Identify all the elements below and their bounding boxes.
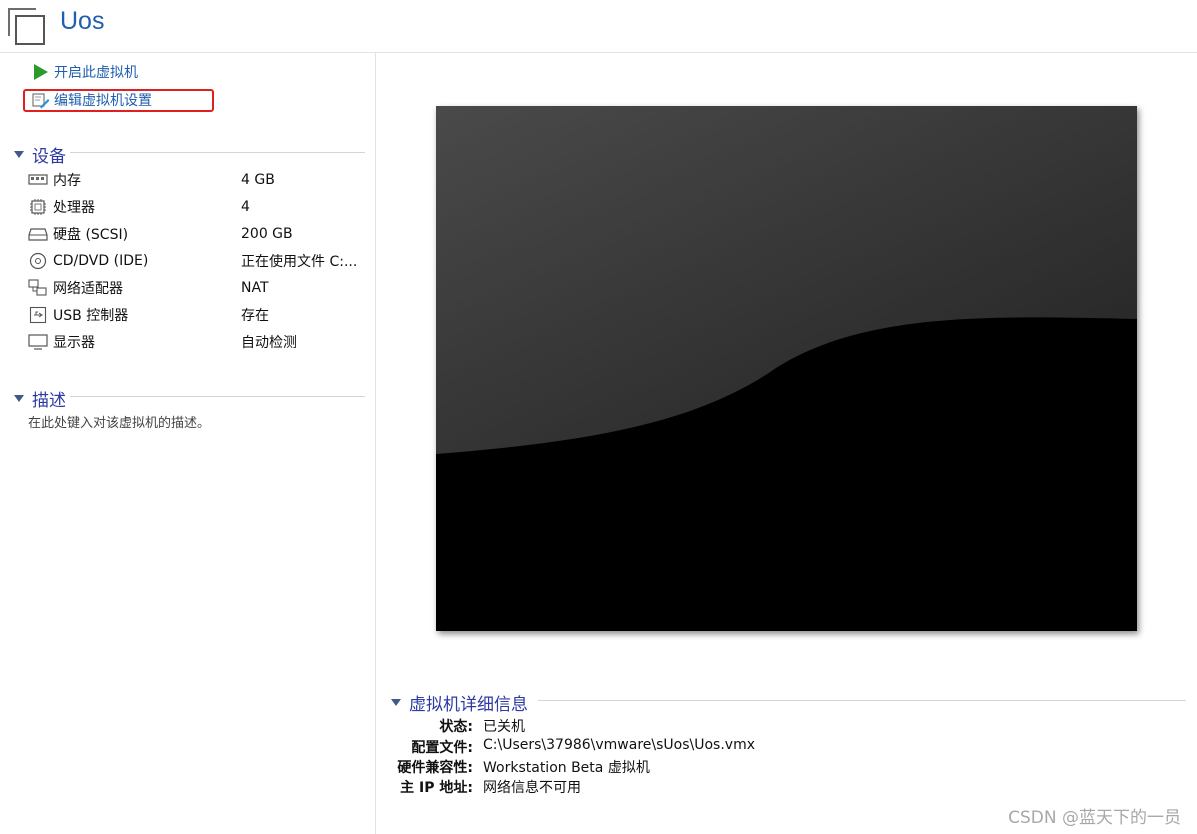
section-divider	[538, 700, 1186, 701]
detail-label: 硬件兼容性:	[397, 760, 473, 776]
collapse-triangle-icon	[391, 699, 401, 706]
detail-row-state: 状态: 已关机	[380, 716, 980, 736]
device-row-processor[interactable]: 处理器 4	[28, 196, 373, 218]
collapse-triangle-icon	[14, 151, 24, 158]
device-value: NAT	[241, 280, 269, 296]
device-row-harddisk[interactable]: 硬盘 (SCSI) 200 GB	[28, 223, 373, 245]
description-placeholder[interactable]: 在此处键入对该虚拟机的描述。	[28, 412, 210, 431]
play-icon	[32, 63, 50, 81]
vm-preview-screen[interactable]	[436, 106, 1137, 631]
power-on-vm-link[interactable]: 开启此虚拟机	[32, 61, 138, 83]
description-section-header[interactable]: 描述	[14, 386, 66, 411]
device-name: 处理器	[53, 200, 95, 216]
device-name: 网络适配器	[53, 281, 123, 297]
vm-library-icon	[8, 8, 45, 45]
detail-value: 已关机	[483, 719, 525, 735]
device-row-usb[interactable]: USB 控制器 存在	[28, 304, 373, 326]
vm-details-title: 虚拟机详细信息	[409, 695, 528, 715]
section-divider	[70, 152, 365, 153]
usb-icon	[28, 306, 48, 324]
collapse-triangle-icon	[14, 395, 24, 402]
power-on-vm-label: 开启此虚拟机	[54, 65, 138, 81]
detail-label: 状态:	[439, 719, 473, 735]
detail-row-primary-ip: 主 IP 地址: 网络信息不可用	[380, 777, 980, 797]
description-section-title: 描述	[32, 391, 66, 411]
detail-value: 网络信息不可用	[483, 780, 581, 796]
device-value: 200 GB	[241, 226, 293, 242]
memory-icon	[28, 172, 48, 188]
detail-value: C:\Users\37986\vmware\sUos\Uos.vmx	[483, 737, 755, 753]
detail-row-config-file: 配置文件: C:\Users\37986\vmware\sUos\Uos.vmx	[380, 737, 980, 757]
watermark: CSDN @蓝天下的一员	[1008, 808, 1181, 828]
detail-row-hardware-compat: 硬件兼容性: Workstation Beta 虚拟机	[380, 757, 980, 777]
edit-settings-icon	[32, 91, 50, 109]
detail-label: 配置文件:	[411, 740, 473, 756]
section-divider	[70, 396, 365, 397]
device-name: 硬盘 (SCSI)	[53, 227, 129, 243]
device-value: 4	[241, 199, 250, 215]
device-row-network-adapter[interactable]: 网络适配器 NAT	[28, 277, 373, 299]
device-value: 存在	[241, 308, 269, 324]
harddisk-icon	[28, 226, 48, 242]
detail-label: 主 IP 地址:	[400, 780, 473, 796]
device-value: 自动检测	[241, 335, 297, 351]
detail-value: Workstation Beta 虚拟机	[483, 760, 650, 776]
network-adapter-icon	[28, 279, 48, 296]
edit-vm-settings-link[interactable]: 编辑虚拟机设置	[32, 89, 152, 111]
device-name: 内存	[53, 173, 81, 189]
device-value: 4 GB	[241, 172, 275, 188]
device-value: 正在使用文件 C:...	[241, 254, 358, 270]
cpu-icon	[28, 199, 48, 215]
left-panel: 开启此虚拟机 编辑虚拟机设置 设备 内存 4 GB 处理器 4 硬盘 (SCSI…	[0, 53, 376, 834]
vm-details-section-header[interactable]: 虚拟机详细信息	[391, 690, 528, 715]
device-name: USB 控制器	[53, 308, 129, 324]
vm-title: Uos	[60, 7, 105, 35]
device-row-cd-dvd[interactable]: CD/DVD (IDE) 正在使用文件 C:...	[28, 250, 373, 272]
cd-dvd-icon	[28, 252, 48, 270]
monitor-icon	[28, 334, 48, 350]
device-row-display[interactable]: 显示器 自动检测	[28, 331, 373, 353]
device-name: CD/DVD (IDE)	[53, 253, 149, 269]
device-row-memory[interactable]: 内存 4 GB	[28, 169, 373, 191]
vm-preview-graphic	[436, 106, 1137, 631]
devices-section-header[interactable]: 设备	[14, 142, 66, 167]
header: Uos	[0, 0, 1197, 53]
device-name: 显示器	[53, 335, 95, 351]
edit-vm-settings-label: 编辑虚拟机设置	[54, 93, 152, 109]
devices-section-title: 设备	[32, 147, 66, 167]
